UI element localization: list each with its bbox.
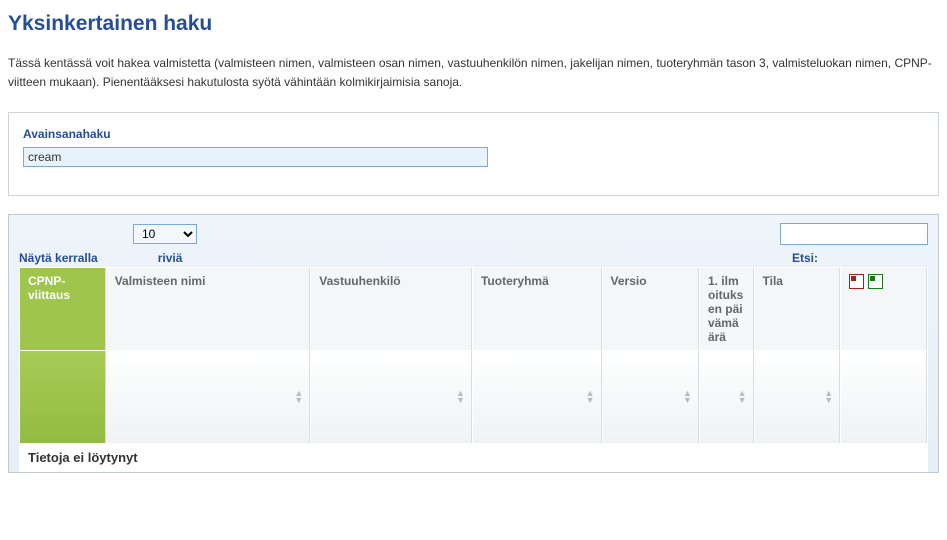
col-first-date[interactable]: 1. ilmoituksen päivämäärä [700, 268, 754, 350]
page-description: Tässä kentässä voit hakea valmistetta (v… [8, 54, 939, 92]
keyword-search-input[interactable] [23, 147, 488, 167]
pdf-export-icon[interactable] [849, 274, 864, 289]
col-first-date-label: 1. ilmoituksen päivämäärä [708, 274, 745, 344]
col-responsible-sort[interactable] [311, 351, 472, 443]
no-data-message: Tietoja ei löytynyt [20, 444, 927, 471]
col-cpnp[interactable]: CPNP-viittaus [20, 268, 106, 350]
col-export-blank [841, 351, 927, 443]
col-version[interactable]: Versio [603, 268, 699, 350]
col-group-label: Tuoteryhmä [481, 274, 549, 288]
col-group[interactable]: Tuoteryhmä [473, 268, 602, 350]
page-size-select[interactable]: 10 [133, 224, 197, 244]
col-responsible[interactable]: Vastuuhenkilö [311, 268, 472, 350]
pager-show-prefix: Näytä kerralla [19, 251, 98, 265]
sort-icon [683, 390, 692, 404]
excel-export-icon[interactable] [868, 274, 883, 289]
col-version-label: Versio [611, 274, 647, 288]
col-name-sort[interactable] [107, 351, 311, 443]
keyword-search-panel: Avainsanahaku [8, 112, 939, 196]
table-row-empty: Tietoja ei löytynyt [20, 444, 927, 471]
col-name[interactable]: Valmisteen nimi [107, 268, 311, 350]
sort-icon [738, 390, 747, 404]
results-table: CPNP-viittaus Valmisteen nimi Vastuuhenk… [19, 267, 928, 472]
col-status-label: Tila [763, 274, 783, 288]
page-title: Yksinkertainen haku [8, 12, 939, 36]
sort-icon [456, 390, 465, 404]
col-status-sort[interactable] [755, 351, 841, 443]
col-group-sort[interactable] [473, 351, 602, 443]
pager-show-suffix: riviä [158, 251, 183, 265]
results-panel: 10 Näytä kerralla riviä Etsi: CPNP-viitt… [8, 214, 939, 473]
results-filter-label: Etsi: [792, 251, 818, 265]
col-responsible-label: Vastuuhenkilö [319, 274, 400, 288]
sort-icon [294, 390, 303, 404]
keyword-search-label: Avainsanahaku [23, 127, 924, 141]
results-filter-input[interactable] [780, 223, 928, 245]
col-first-date-sort[interactable] [700, 351, 754, 443]
col-export [841, 268, 927, 350]
col-name-label: Valmisteen nimi [115, 274, 206, 288]
sort-icon [824, 390, 833, 404]
col-status[interactable]: Tila [755, 268, 841, 350]
col-version-sort[interactable] [603, 351, 699, 443]
col-cpnp-label: CPNP-viittaus [28, 274, 70, 302]
sort-icon [586, 390, 595, 404]
col-cpnp-sort[interactable] [20, 351, 106, 443]
